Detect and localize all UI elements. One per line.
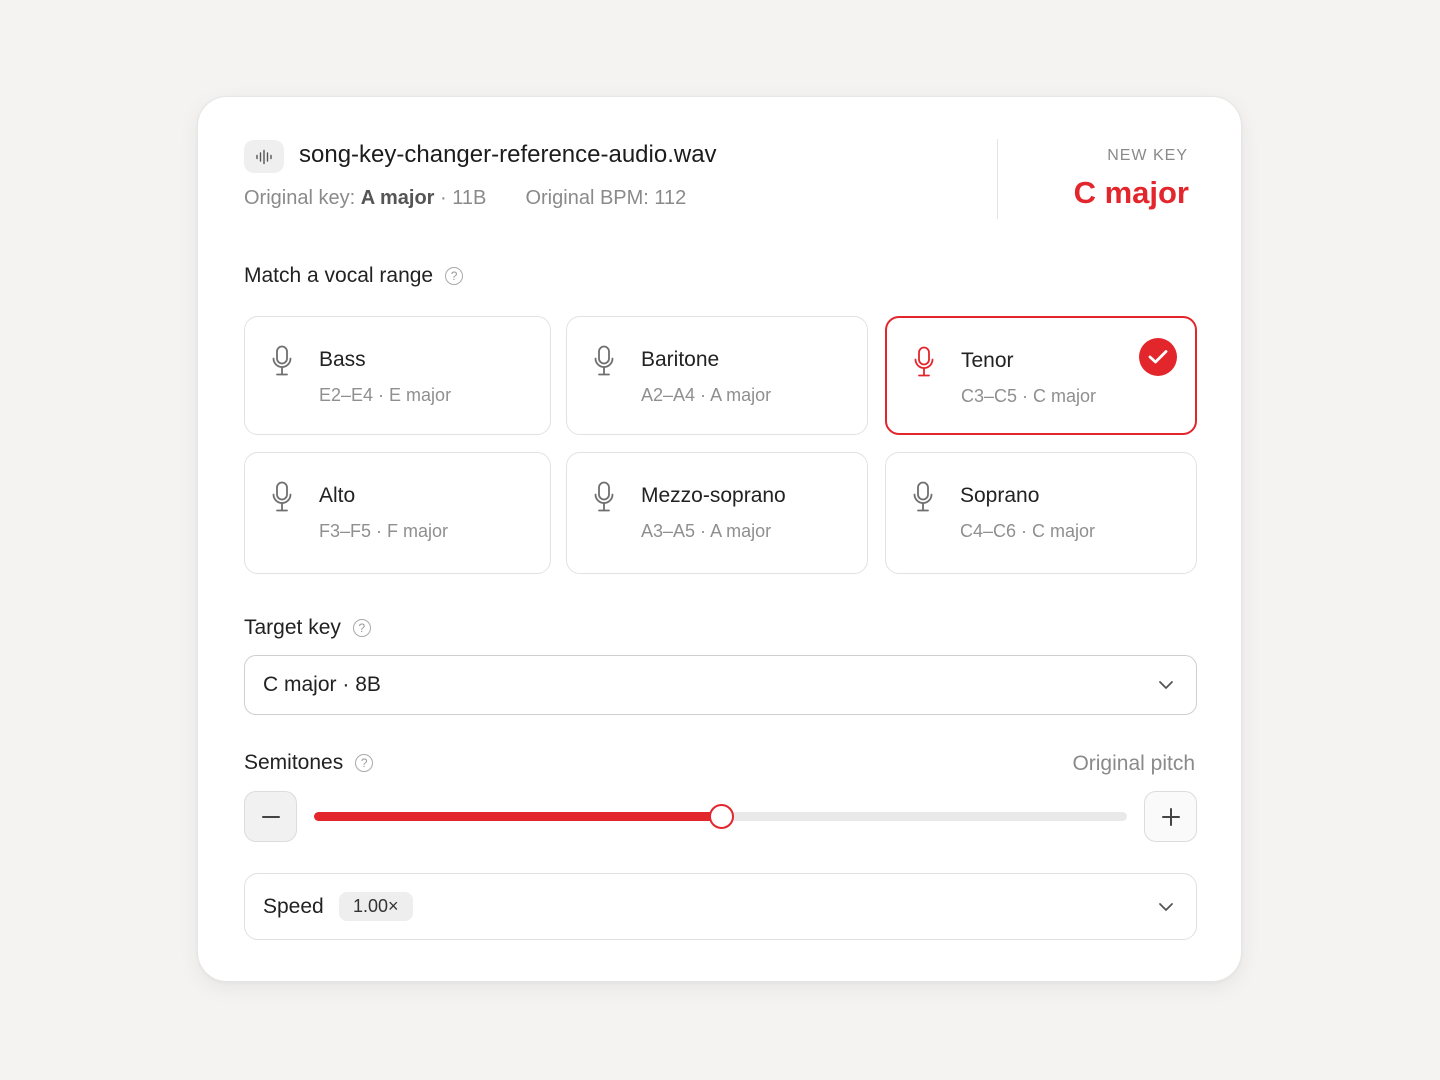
checkmark-icon: [1139, 338, 1177, 376]
vocal-range-detail: A2–A4 · A major: [641, 385, 772, 405]
vocal-range-option-baritone[interactable]: Baritone A2–A4 · A major: [566, 316, 868, 435]
vocal-range-detail: E2–E4 · E major: [319, 385, 452, 405]
pitch-status: Original pitch: [1072, 752, 1195, 775]
vocal-range-option-tenor[interactable]: Tenor C3–C5 · C major: [885, 316, 1197, 435]
vocal-range-notes: A2–A4: [641, 385, 696, 405]
question-circle-icon[interactable]: ?: [355, 754, 374, 772]
vocal-range-name: Tenor: [961, 349, 1014, 372]
chevron-down-icon: [1159, 903, 1173, 911]
chevron-down-icon: [1159, 681, 1173, 689]
vocal-range-option-alto[interactable]: Alto F3–F5 · F major: [244, 452, 551, 574]
microphone-icon: [271, 345, 293, 382]
target-key-heading: Target key ?: [244, 616, 371, 640]
microphone-icon: [593, 345, 615, 382]
question-circle-icon[interactable]: ?: [352, 619, 371, 637]
vocal-range-name: Baritone: [641, 348, 720, 371]
vocal-range-key: A major: [710, 521, 772, 541]
plus-icon: [1161, 807, 1180, 826]
vocal-range-key: E major: [389, 385, 452, 405]
slider-thumb[interactable]: [708, 804, 734, 829]
vocal-range-notes: E2–E4: [319, 385, 374, 405]
vocal-range-name: Mezzo-soprano: [641, 484, 786, 507]
vocal-range-name: Bass: [319, 348, 366, 371]
minus-icon: [261, 815, 280, 818]
speed-value-chip: 1.00×: [339, 892, 413, 921]
semitone-decrease-button[interactable]: [244, 791, 297, 842]
file-name: song-key-changer-reference-audio.wav: [299, 141, 717, 168]
vocal-range-key: C major: [1032, 521, 1096, 541]
original-key-value: A major: [360, 187, 435, 209]
vocal-range-name: Alto: [319, 484, 356, 507]
slider-fill: [314, 812, 721, 821]
vocal-range-key: C major: [1033, 386, 1097, 406]
microphone-icon: [271, 481, 293, 518]
microphone-icon: [913, 346, 935, 383]
speed-label: Speed: [263, 895, 324, 918]
target-key-label: Target key: [244, 616, 341, 639]
vocal-range-heading: Match a vocal range ?: [244, 264, 464, 288]
key-changer-card: song-key-changer-reference-audio.wav Ori…: [197, 96, 1242, 982]
vocal-range-key: F major: [387, 521, 449, 541]
vocal-range-option-bass[interactable]: Bass E2–E4 · E major: [244, 316, 551, 435]
semitone-increase-button[interactable]: [1144, 791, 1197, 842]
microphone-icon: [593, 481, 615, 518]
vocal-range-label: Match a vocal range: [244, 264, 434, 287]
new-key-label: NEW KEY: [1107, 147, 1188, 164]
original-key-label: Original key:: [244, 187, 356, 209]
vocal-range-detail: F3–F5 · F major: [319, 521, 449, 541]
vocal-range-key: A major: [710, 385, 772, 405]
original-meta: Original key: A major · 11B Original BPM…: [244, 187, 687, 209]
semitone-slider[interactable]: [314, 804, 1127, 829]
vocal-range-detail: C3–C5 · C major: [961, 386, 1097, 406]
target-key-value: C major · 8B: [263, 673, 381, 696]
vocal-range-notes: F3–F5: [319, 521, 372, 541]
vocal-range-detail: C4–C6 · C major: [960, 521, 1096, 541]
target-key-select[interactable]: C major · 8B: [244, 655, 1197, 715]
semitones-label: Semitones: [244, 751, 344, 774]
vocal-range-name: Soprano: [960, 484, 1040, 507]
semitones-heading: Semitones ?: [244, 751, 374, 775]
vocal-range-option-soprano[interactable]: Soprano C4–C6 · C major: [885, 452, 1197, 574]
microphone-icon: [912, 481, 934, 518]
vocal-range-option-mezzo-soprano[interactable]: Mezzo-soprano A3–A5 · A major: [566, 452, 868, 574]
vocal-range-notes: C3–C5: [961, 386, 1018, 406]
original-camelot: 11B: [452, 187, 487, 209]
audio-wave-icon: [244, 140, 284, 173]
vocal-range-notes: A3–A5: [641, 521, 696, 541]
vocal-range-detail: A3–A5 · A major: [641, 521, 772, 541]
header-divider: [997, 139, 998, 219]
vocal-range-notes: C4–C6: [960, 521, 1017, 541]
new-key-value: C major: [1073, 175, 1189, 210]
original-bpm: Original BPM: 112: [525, 187, 687, 209]
speed-select[interactable]: Speed 1.00×: [244, 873, 1197, 940]
question-circle-icon[interactable]: ?: [445, 267, 464, 285]
